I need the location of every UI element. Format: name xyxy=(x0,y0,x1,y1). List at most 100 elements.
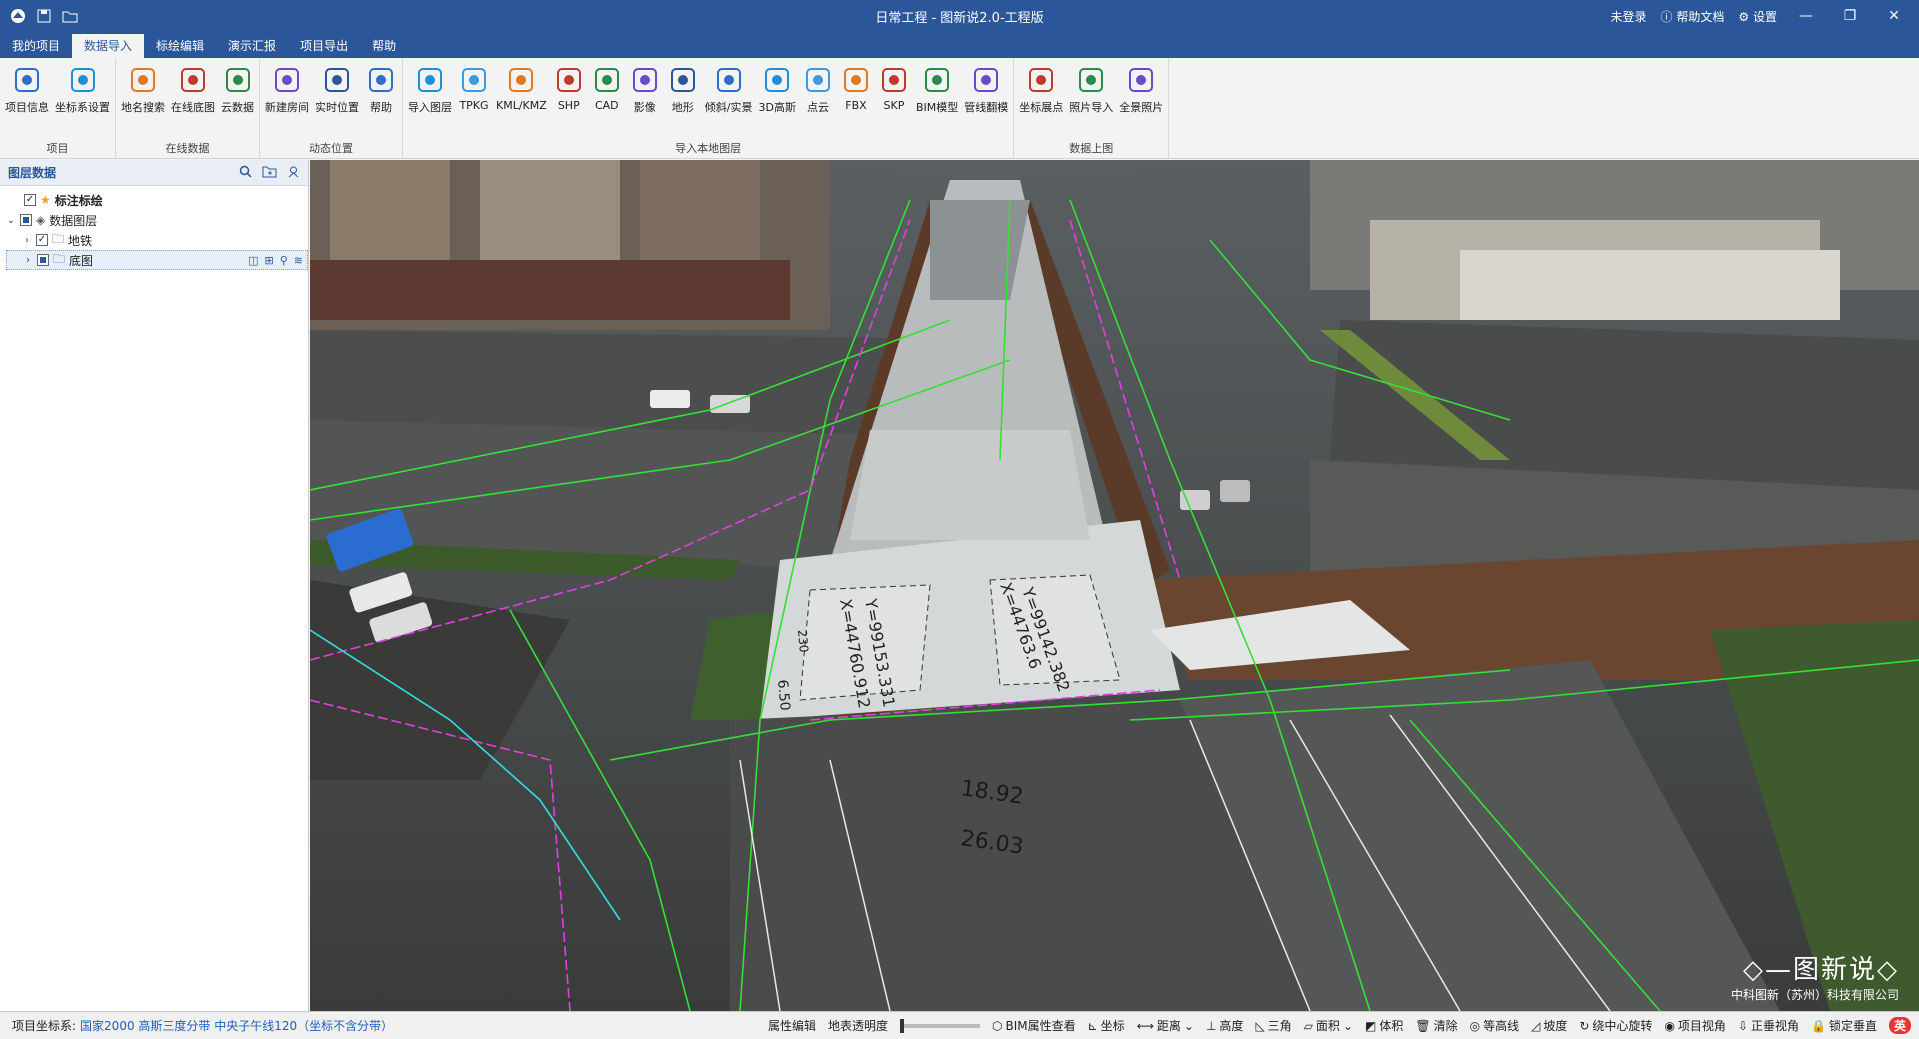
close-button[interactable]: ✕ xyxy=(1879,8,1909,24)
add-folder-icon[interactable] xyxy=(262,165,277,181)
tree-row-metro[interactable]: › ✓ 🗀 地铁 xyxy=(6,230,308,250)
ribbon-tool-button[interactable]: 云数据 xyxy=(218,62,257,140)
status-label: 锁定垂直 xyxy=(1828,1019,1877,1033)
ribbon-tool-button[interactable]: BIM模型 xyxy=(913,62,961,140)
ribbon-tool-button[interactable]: 地形 xyxy=(664,62,702,140)
chevron-down-icon[interactable]: ⌄ xyxy=(1343,1019,1353,1033)
status-label: 项目视角 xyxy=(1677,1019,1726,1033)
minimize-button[interactable]: — xyxy=(1791,8,1821,24)
title-bar: 日常工程 - 图新说2.0-工程版 未登录 ⓘ 帮助文档 ⚙ 设置 — ❐ ✕ xyxy=(0,0,1919,32)
tab-project-export[interactable]: 项目导出 xyxy=(288,34,360,58)
gear-icon: ⚙ xyxy=(1738,9,1750,24)
tree-row-data-layers[interactable]: ⌄ ◈ 数据图层 xyxy=(6,210,308,230)
save-icon[interactable] xyxy=(36,8,52,24)
measure-volume-button[interactable]: ◩ 体积 xyxy=(1365,1017,1403,1034)
ribbon-tool-button[interactable]: SKP xyxy=(875,62,913,140)
ribbon-tool-button[interactable]: 坐标系设置 xyxy=(52,62,113,140)
checkbox-checked[interactable]: ✓ xyxy=(24,194,36,206)
expand-icon[interactable]: › xyxy=(22,235,32,246)
attr-edit-button[interactable]: 属性编辑 xyxy=(768,1017,816,1034)
ribbon-tool-button[interactable]: 点云 xyxy=(799,62,837,140)
ribbon-tool-button[interactable]: FBX xyxy=(837,62,875,140)
ime-indicator[interactable]: 英 xyxy=(1888,1017,1911,1034)
ribbon-tool-button[interactable]: CAD xyxy=(588,62,626,140)
add-to-folder-icon[interactable]: ⊞ xyxy=(265,254,274,267)
map-viewport[interactable]: 18.92 26.03 X=44760.912 Y=99153.331 X=44… xyxy=(310,160,1919,1011)
ribbon-tool-button[interactable]: 倾斜/实景 xyxy=(702,62,756,140)
ribbon-tool-button[interactable]: 新建房间 xyxy=(262,62,312,140)
tree-row-basemap[interactable]: › 🗀 底图 ◫ ⊞ ⚲ ≋ xyxy=(6,250,308,270)
ribbon-tool-label: 倾斜/实景 xyxy=(704,101,753,114)
help-circle-icon: ⓘ xyxy=(1660,9,1673,24)
layer-stack-icon[interactable]: ≋ xyxy=(294,254,303,267)
crs-value[interactable]: 国家2000 高斯三度分带 中央子午线120（坐标不含分带） xyxy=(80,1017,393,1034)
photo-import-icon xyxy=(1075,64,1107,96)
ribbon-tool-button[interactable]: 地名搜索 xyxy=(118,62,168,140)
ribbon-tool-button[interactable]: 帮助 xyxy=(362,62,400,140)
contour-button[interactable]: ◎ 等高线 xyxy=(1470,1017,1520,1034)
tab-presentation[interactable]: 演示汇报 xyxy=(216,34,288,58)
measure-height-button[interactable]: ⊥ 高度 xyxy=(1206,1017,1243,1034)
measure-triangle-button[interactable]: ◺ 三角 xyxy=(1255,1017,1291,1034)
tab-data-import[interactable]: 数据导入 xyxy=(72,34,145,58)
restore-button[interactable]: ❐ xyxy=(1835,8,1865,24)
row-tools: ◫ ⊞ ⚲ ≋ xyxy=(248,254,307,267)
area-icon: ▱ xyxy=(1303,1018,1313,1033)
login-link[interactable]: 未登录 xyxy=(1611,8,1647,25)
ribbon-tool-button[interactable]: 在线底图 xyxy=(168,62,218,140)
tab-my-project[interactable]: 我的项目 xyxy=(0,34,72,58)
fbx-icon xyxy=(840,64,872,96)
transparency-slider[interactable] xyxy=(899,1018,980,1033)
tree-row-annotation[interactable]: ✓ ★ 标注标绘 xyxy=(6,190,308,210)
project-view-button[interactable]: ◉ 项目视角 xyxy=(1664,1017,1726,1034)
rotate-center-button[interactable]: ↻ 绕中心旋转 xyxy=(1579,1017,1652,1034)
measure-area-button[interactable]: ▱ 面积 ⌄ xyxy=(1304,1017,1353,1034)
ribbon-tool-button[interactable]: 照片导入 xyxy=(1066,62,1116,140)
tab-plot-edit[interactable]: 标绘编辑 xyxy=(144,34,216,58)
ribbon-tool-button[interactable]: TPKG xyxy=(455,62,493,140)
open-folder-icon[interactable] xyxy=(62,8,78,24)
ribbon-tool-label: 坐标展点 xyxy=(1019,101,1064,114)
gaussian-icon xyxy=(761,64,793,96)
status-label: 面积 xyxy=(1315,1019,1340,1033)
ribbon-tool-button[interactable]: 坐标展点 xyxy=(1016,62,1066,140)
ribbon-tool-button[interactable]: 项目信息 xyxy=(2,62,52,140)
checkbox-checked[interactable]: ✓ xyxy=(36,234,48,246)
locate-icon[interactable] xyxy=(287,165,300,181)
ribbon-tool-button[interactable]: 导入图层 xyxy=(405,62,455,140)
chevron-down-icon[interactable]: ⌄ xyxy=(1184,1019,1194,1033)
ribbon-tool-button[interactable]: 实时位置 xyxy=(312,62,362,140)
bim-attr-button[interactable]: ⬡ BIM属性查看 xyxy=(992,1017,1076,1034)
top-view-button[interactable]: ⇩ 正垂视角 xyxy=(1738,1017,1799,1034)
pipeline-icon xyxy=(970,64,1002,96)
measure-coord-button[interactable]: ⊾ 坐标 xyxy=(1088,1017,1125,1034)
tab-help[interactable]: 帮助 xyxy=(360,34,408,58)
ribbon-tool-button[interactable]: SHP xyxy=(550,62,588,140)
help-doc-link[interactable]: ⓘ 帮助文档 xyxy=(1661,8,1725,25)
ribbon-tool-label: 管线翻模 xyxy=(964,101,1009,114)
split-view-icon[interactable]: ◫ xyxy=(248,254,258,267)
lock-vertical-button[interactable]: 🔒 锁定垂直 xyxy=(1811,1017,1877,1034)
slope-button[interactable]: ◿ 坡度 xyxy=(1531,1017,1567,1034)
checkbox-partial[interactable] xyxy=(20,214,32,226)
ribbon-tool-label: BIM模型 xyxy=(915,101,959,114)
ribbon-tool-button[interactable]: KML/KMZ xyxy=(493,62,550,140)
locate-layer-icon[interactable]: ⚲ xyxy=(280,254,288,267)
search-icon[interactable] xyxy=(239,165,252,181)
expand-icon[interactable]: › xyxy=(23,255,33,266)
checkbox-partial[interactable] xyxy=(37,254,49,266)
status-label: 坡度 xyxy=(1543,1019,1568,1033)
status-label: 等高线 xyxy=(1483,1019,1520,1033)
measure-distance-button[interactable]: ⟷ 距离 ⌄ xyxy=(1137,1017,1194,1034)
ribbon-tool-button[interactable]: 全景照片 xyxy=(1116,62,1166,140)
triangle-icon: ◺ xyxy=(1255,1018,1265,1033)
slider-knob[interactable] xyxy=(899,1018,904,1033)
settings-link[interactable]: ⚙ 设置 xyxy=(1738,8,1777,25)
ribbon-tool-button[interactable]: 3D高斯 xyxy=(756,62,799,140)
ribbon-tool-button[interactable]: 管线翻模 xyxy=(961,62,1011,140)
clear-button[interactable]: 🗑 清除 xyxy=(1415,1017,1457,1034)
crs-label: 项目坐标系: xyxy=(12,1019,77,1033)
ribbon-tool-button[interactable]: 影像 xyxy=(626,62,664,140)
ribbon-tool-label: SHP xyxy=(557,99,580,112)
collapse-icon[interactable]: ⌄ xyxy=(6,215,16,226)
